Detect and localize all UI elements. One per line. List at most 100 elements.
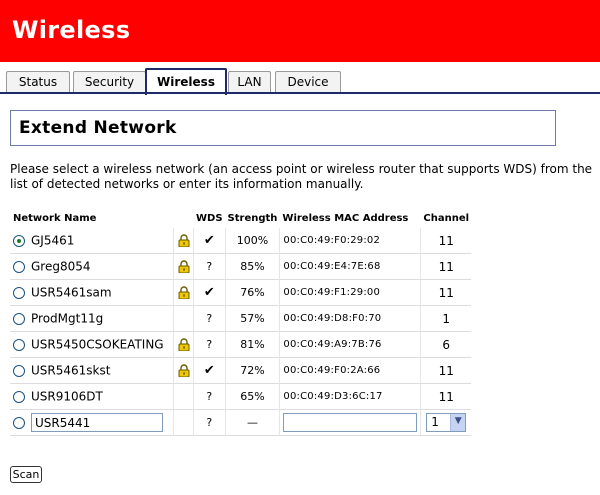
page-header: Wireless — [0, 0, 600, 62]
wds-status: ? — [193, 332, 225, 358]
tab-wireless[interactable]: Wireless — [145, 68, 227, 95]
signal-strength: 65% — [224, 384, 280, 410]
table-row[interactable]: GJ5461 ✔ 100% 00:C0:49:F0:29:02 11 — [10, 228, 472, 254]
manual-radio[interactable] — [13, 416, 25, 429]
mac-address: 00:C0:49:E4:7E:68 — [279, 254, 421, 280]
channel: 11 — [420, 358, 472, 384]
mac-address: 00:C0:49:F1:29:00 — [279, 280, 421, 306]
table-row[interactable]: USR5450CSOKEATING? 81% 00:C0:49:A9:7B:76 6 — [10, 332, 472, 358]
table-row[interactable]: USR9106DT? 65% 00:C0:49:D3:6C:17 11 — [10, 384, 472, 410]
network-name: USR9106DT — [31, 389, 103, 404]
network-name: Greg8054 — [31, 259, 91, 274]
signal-strength: 85% — [224, 254, 280, 280]
lock-cell — [173, 280, 193, 306]
tab-lan[interactable]: LAN — [228, 71, 271, 94]
lock-cell — [173, 254, 193, 280]
channel: 1 — [420, 306, 472, 332]
signal-strength: 72% — [224, 358, 280, 384]
network-name: USR5461skst — [31, 363, 111, 378]
table-row[interactable]: Greg8054? 85% 00:C0:49:E4:7E:68 11 — [10, 254, 472, 280]
mac-address: 00:C0:49:F0:29:02 — [279, 228, 421, 254]
network-name-cell: USR5461skst — [10, 358, 173, 384]
network-name: USR5450CSOKEATING — [31, 337, 164, 352]
network-name-cell: GJ5461 — [10, 228, 173, 254]
section-title: Extend Network — [19, 118, 177, 138]
section-header: Extend Network — [10, 110, 556, 146]
lock-icon — [178, 364, 189, 378]
network-radio[interactable] — [13, 390, 25, 403]
network-radio[interactable] — [13, 338, 25, 351]
table-row[interactable]: USR5461skst ✔ 72% 00:C0:49:F0:2A:66 11 — [10, 358, 472, 384]
manual-entry: ? — 1 ▼ — [10, 410, 472, 436]
wds-status: ✔ — [193, 228, 225, 254]
lock-cell — [173, 358, 193, 384]
header-network-name: Network Name — [13, 212, 97, 224]
mac-address: 00:C0:49:D8:F0:70 — [279, 306, 421, 332]
scan-button[interactable]: Scan — [10, 466, 42, 483]
table-header-row: Network Name WDS Strength Wireless MAC A… — [10, 208, 471, 228]
network-name: ProdMgt11g — [31, 311, 104, 326]
tab-underline — [0, 92, 600, 94]
table-row[interactable]: ProdMgt11g? 57% 00:C0:49:D8:F0:70 1 — [10, 306, 472, 332]
wds-status: ✔ — [193, 358, 225, 384]
network-radio[interactable] — [13, 312, 25, 325]
intro-text: Please select a wireless network (an acc… — [10, 162, 593, 191]
header-lock — [173, 208, 193, 228]
channel: 11 — [420, 384, 472, 410]
channel-select[interactable]: 1 ▼ — [426, 413, 467, 432]
network-radio[interactable] — [13, 364, 25, 377]
lock-icon — [178, 338, 189, 352]
lock-icon — [178, 260, 189, 274]
manual-name-cell — [10, 410, 173, 436]
network-name-cell: Greg8054 — [10, 254, 173, 280]
manual-mac-input[interactable] — [283, 413, 418, 432]
network-name: GJ5461 — [31, 233, 75, 248]
wds-status: ✔ — [193, 280, 225, 306]
mac-address: 00:C0:49:D3:6C:17 — [279, 384, 421, 410]
lock-icon — [178, 286, 189, 300]
channel: 11 — [420, 254, 472, 280]
manual-wds: ? — [193, 410, 225, 436]
header-strength: Strength — [227, 212, 278, 224]
tab-device[interactable]: Device — [275, 71, 341, 94]
lock-icon — [178, 234, 189, 248]
lock-cell — [173, 384, 193, 410]
lock-cell — [173, 332, 193, 358]
manual-entry-row: ? — 1 ▼ — [10, 410, 472, 436]
lock-cell — [173, 306, 193, 332]
wds-status: ? — [193, 306, 225, 332]
channel: 11 — [420, 228, 472, 254]
mac-address: 00:C0:49:A9:7B:76 — [279, 332, 421, 358]
network-name-cell: ProdMgt11g — [10, 306, 173, 332]
table-row[interactable]: USR5461sam ✔ 76% 00:C0:49:F1:29:00 11 — [10, 280, 472, 306]
chevron-down-icon[interactable]: ▼ — [450, 414, 466, 431]
tab-security[interactable]: Security — [73, 71, 146, 94]
lock-cell — [173, 228, 193, 254]
channel: 6 — [420, 332, 472, 358]
channel: 11 — [420, 280, 472, 306]
channel-select-value: 1 — [431, 415, 439, 429]
header-mac: Wireless MAC Address — [282, 212, 409, 224]
network-rows: GJ5461 ✔ 100% 00:C0:49:F0:29:02 11 Greg8054? 8… — [10, 228, 472, 410]
manual-channel-cell: 1 ▼ — [420, 410, 472, 436]
network-radio[interactable] — [13, 286, 25, 299]
signal-strength: 81% — [224, 332, 280, 358]
tab-status[interactable]: Status — [6, 71, 70, 94]
manual-strength: — — [224, 410, 280, 436]
network-name: USR5461sam — [31, 285, 112, 300]
network-name-cell: USR9106DT — [10, 384, 173, 410]
manual-mac-cell — [279, 410, 421, 436]
network-radio[interactable] — [13, 234, 25, 247]
network-table: Network Name WDS Strength Wireless MAC A… — [10, 208, 472, 436]
network-name-cell: USR5450CSOKEATING — [10, 332, 173, 358]
network-radio[interactable] — [13, 260, 25, 273]
manual-network-name-input[interactable] — [31, 413, 163, 432]
page-title: Wireless — [12, 16, 131, 44]
signal-strength: 100% — [224, 228, 280, 254]
network-name-cell: USR5461sam — [10, 280, 173, 306]
wds-status: ? — [193, 384, 225, 410]
manual-lock-cell — [173, 410, 193, 436]
header-wds: WDS — [196, 212, 223, 224]
signal-strength: 57% — [224, 306, 280, 332]
signal-strength: 76% — [224, 280, 280, 306]
